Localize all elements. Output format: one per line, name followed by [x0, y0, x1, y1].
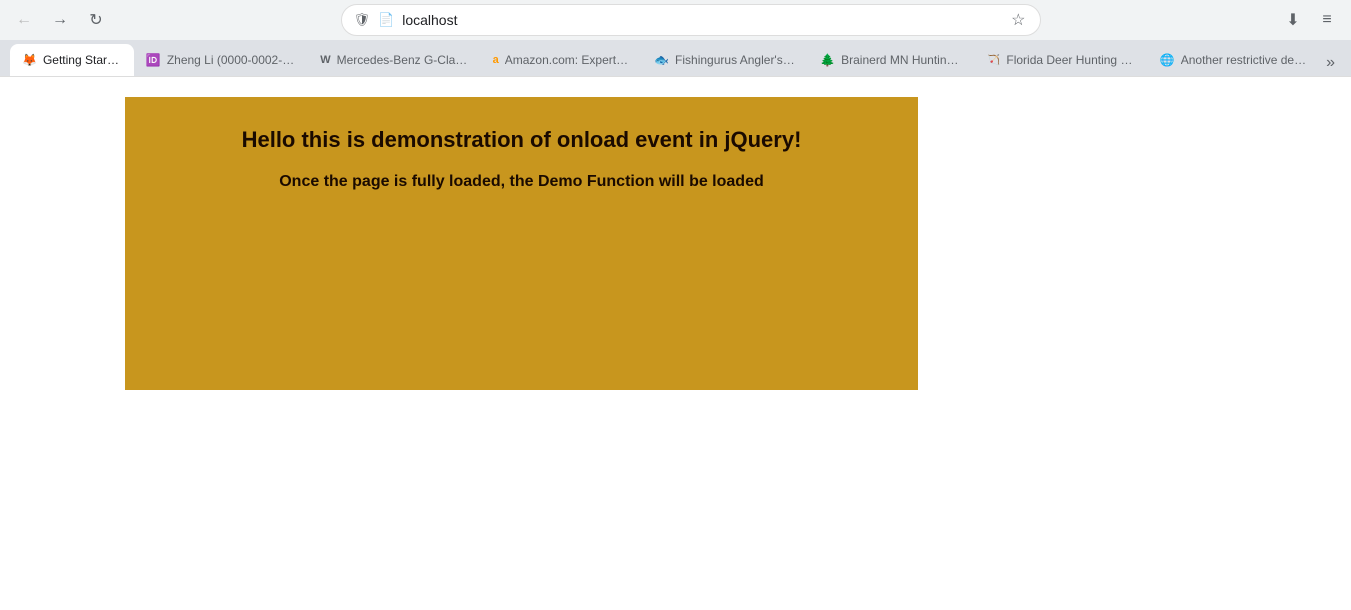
tab-fishingurus[interactable]: 🐟 Fishingurus Angler's l... — [642, 44, 808, 76]
download-button[interactable]: ⬇ — [1279, 6, 1307, 34]
tab-favicon-florida: 🏹 — [988, 55, 1000, 66]
tab-zheng-li[interactable]: 🆔 Zheng Li (0000-0002-3... — [134, 44, 308, 76]
toolbar-right: ⬇ ≡ — [1279, 6, 1341, 34]
url-text: localhost — [402, 12, 1001, 28]
tab-another[interactable]: 🌐 Another restrictive dee... — [1148, 44, 1320, 76]
page-icon: 📄 — [378, 12, 394, 28]
shield-icon: 🛡 — [354, 12, 371, 28]
tab-favicon-getting-started: 🦊 — [22, 53, 37, 67]
tab-favicon-zheng-li: 🆔 — [146, 53, 161, 67]
tab-label-getting-started: Getting Started — [43, 53, 122, 67]
tab-favicon-fishingurus: 🐟 — [654, 53, 669, 67]
tab-favicon-another: 🌐 — [1160, 53, 1175, 67]
demo-subtext: Once the page is fully loaded, the Demo … — [279, 173, 764, 191]
browser-chrome: ← → ↻ 🛡 📄 localhost ☆ ⬇ ≡ 🦊 Getting Star… — [0, 0, 1351, 77]
tab-favicon-brainerd: 🌲 — [820, 53, 835, 67]
tab-label-amazon: Amazon.com: ExpertP... — [505, 53, 630, 67]
tab-amazon[interactable]: a Amazon.com: ExpertP... — [481, 44, 642, 76]
tab-label-fishingurus: Fishingurus Angler's l... — [675, 53, 796, 67]
tab-favicon-mercedes: W — [320, 54, 330, 66]
forward-button[interactable]: → — [46, 6, 74, 34]
back-button[interactable]: ← — [10, 6, 38, 34]
tab-bar: 🦊 Getting Started 🆔 Zheng Li (0000-0002-… — [0, 40, 1351, 76]
menu-button[interactable]: ≡ — [1313, 6, 1341, 34]
tab-mercedes[interactable]: W Mercedes-Benz G-Clas... — [308, 44, 480, 76]
tab-label-zheng-li: Zheng Li (0000-0002-3... — [167, 53, 296, 67]
tab-brainerd[interactable]: 🌲 Brainerd MN Hunting ... — [808, 44, 976, 76]
tab-label-mercedes: Mercedes-Benz G-Clas... — [337, 53, 469, 67]
demo-heading: Hello this is demonstration of onload ev… — [242, 127, 802, 153]
nav-bar: ← → ↻ 🛡 📄 localhost ☆ ⬇ ≡ — [0, 0, 1351, 40]
tab-florida[interactable]: 🏹 Florida Deer Hunting S... — [976, 44, 1148, 76]
tab-label-brainerd: Brainerd MN Hunting ... — [841, 53, 964, 67]
bookmark-button[interactable]: ☆ — [1009, 8, 1027, 32]
tab-getting-started[interactable]: 🦊 Getting Started — [10, 44, 134, 76]
tab-label-florida: Florida Deer Hunting S... — [1006, 53, 1135, 67]
tab-label-another: Another restrictive dee... — [1181, 53, 1308, 67]
refresh-button[interactable]: ↻ — [82, 6, 110, 34]
tab-favicon-amazon: a — [493, 54, 499, 66]
address-bar[interactable]: 🛡 📄 localhost ☆ — [341, 4, 1041, 36]
demo-box: Hello this is demonstration of onload ev… — [125, 97, 918, 390]
page-content: Hello this is demonstration of onload ev… — [0, 77, 1351, 410]
tabs-overflow-button[interactable]: » — [1320, 50, 1341, 76]
